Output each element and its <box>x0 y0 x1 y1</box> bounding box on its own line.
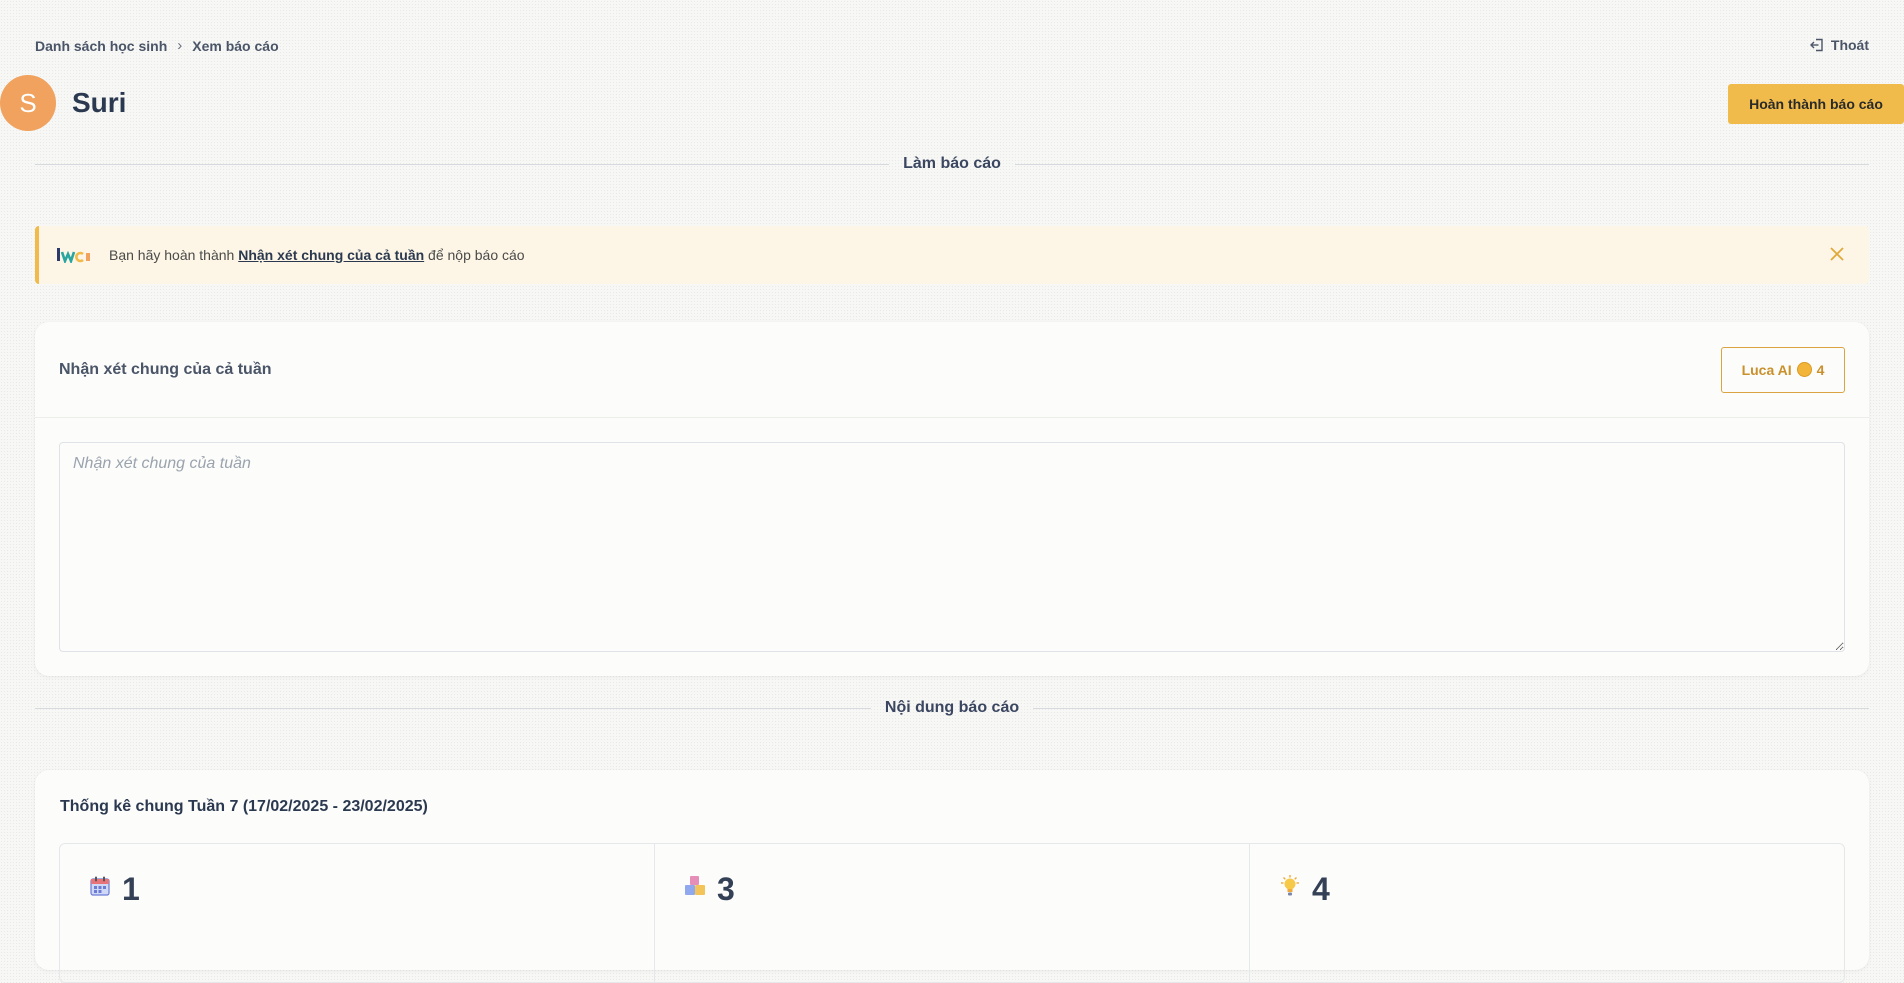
weekly-stats-title: Thống kê chung Tuần 7 (17/02/2025 - 23/0… <box>60 798 428 815</box>
stat-value: 1 <box>122 871 140 907</box>
stat-item: 1 <box>60 844 655 982</box>
weekly-comment-card-header: Nhận xét chung của cả tuần Luca AI 4 <box>35 322 1869 418</box>
logout-button[interactable]: Thoát <box>1809 37 1869 53</box>
divider-line <box>1033 707 1869 709</box>
avatar: S <box>0 75 56 131</box>
breadcrumb-separator: › <box>177 37 183 54</box>
weekly-stats-card: Thống kê chung Tuần 7 (17/02/2025 - 23/0… <box>35 770 1869 983</box>
calendar-icon <box>90 876 110 896</box>
stats-grid: 1 3 4 <box>59 843 1845 983</box>
divider-line <box>1014 163 1869 165</box>
weekly-comment-textarea[interactable] <box>59 442 1845 652</box>
breadcrumb-view-report: Xem báo cáo <box>192 37 279 54</box>
luca-ai-credits: 4 <box>1816 361 1825 378</box>
section-title-make-report: Làm báo cáo <box>903 155 1001 172</box>
stat-item: 4 <box>1250 844 1844 982</box>
alert-prefix: Bạn hãy hoàn thành <box>109 247 239 263</box>
alert-text: Bạn hãy hoàn thành Nhận xét chung của cả… <box>109 247 525 263</box>
student-name: Suri <box>72 87 127 118</box>
divider-line <box>35 707 871 709</box>
logout-label: Thoát <box>1830 37 1869 53</box>
alert-suffix: để nộp báo cáo <box>424 247 525 263</box>
luca-ai-label: Luca AI <box>1741 361 1792 378</box>
stat-value: 3 <box>717 871 735 907</box>
weekly-comment-title: Nhận xét chung của cả tuần <box>59 360 272 378</box>
top-bar: Danh sách học sinh › Xem báo cáo Thoát <box>35 0 1869 90</box>
complete-report-button[interactable]: Hoàn thành báo cáo <box>1728 84 1904 124</box>
section-divider-make-report: Làm báo cáo <box>35 154 1869 174</box>
alert-link-weekly-comment[interactable]: Nhận xét chung của cả tuần <box>238 247 424 263</box>
section-divider-report-content: Nội dung báo cáo <box>35 698 1869 718</box>
luca-ai-button[interactable]: Luca AI 4 <box>1721 346 1845 393</box>
luca-logo-icon <box>57 246 93 264</box>
breadcrumb: Danh sách học sinh › Xem báo cáo <box>35 37 279 54</box>
stat-item: 3 <box>655 844 1250 982</box>
reminder-alert: Bạn hãy hoàn thành Nhận xét chung của cả… <box>35 226 1869 284</box>
lightbulb-icon <box>1281 875 1299 896</box>
divider-line <box>35 163 890 165</box>
close-icon[interactable] <box>1827 244 1847 264</box>
coin-icon <box>1796 362 1812 377</box>
breadcrumb-student-list[interactable]: Danh sách học sinh <box>35 38 167 54</box>
blocks-icon <box>685 876 705 895</box>
logout-icon <box>1809 38 1823 52</box>
stat-value: 4 <box>1312 871 1330 907</box>
weekly-comment-card: Nhận xét chung của cả tuần Luca AI 4 <box>35 322 1869 676</box>
student-header: S Suri <box>0 75 126 131</box>
section-title-report-content: Nội dung báo cáo <box>884 699 1020 716</box>
